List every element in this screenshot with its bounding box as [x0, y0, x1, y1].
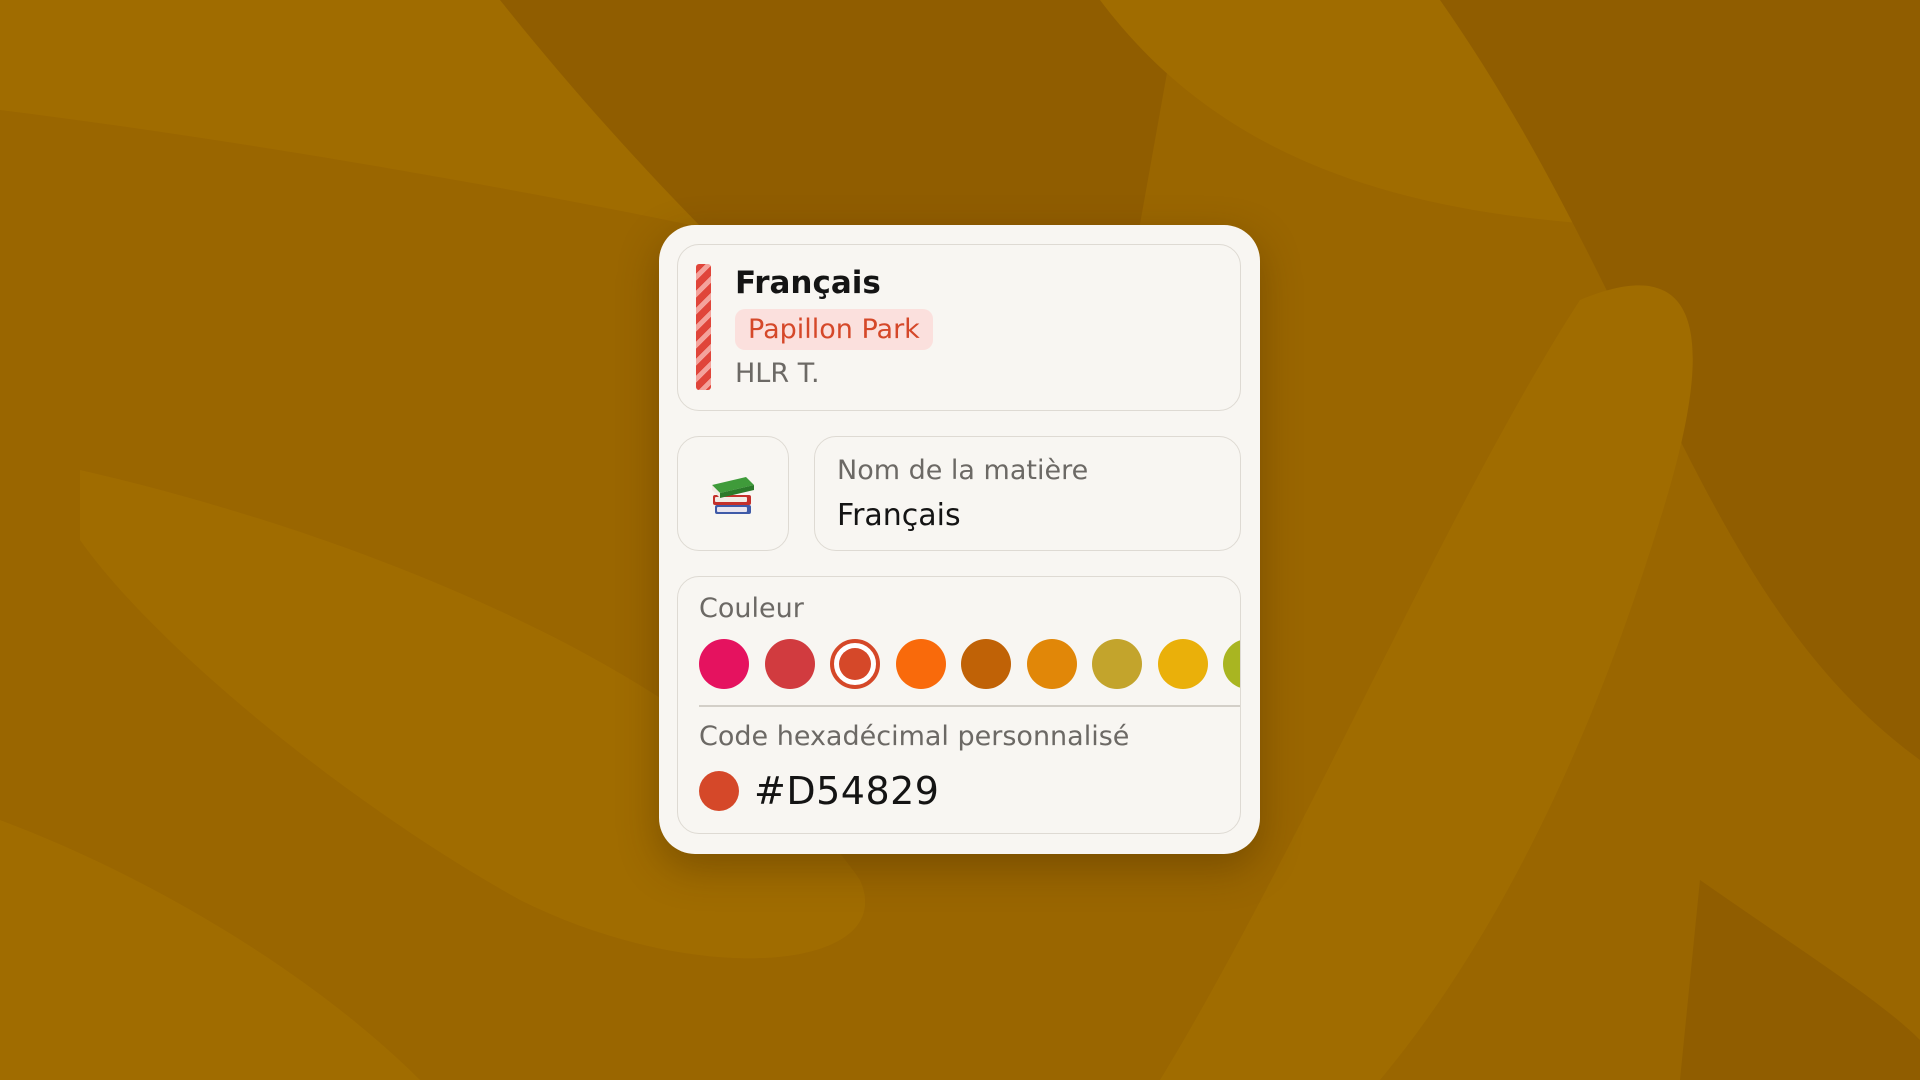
subject-color-stripe [696, 264, 711, 390]
color-swatch[interactable] [896, 639, 946, 689]
divider [699, 705, 1240, 707]
subject-title: Français [735, 265, 881, 301]
hex-color-preview [699, 771, 739, 811]
color-swatch[interactable] [961, 639, 1011, 689]
color-swatch[interactable] [1158, 639, 1208, 689]
color-swatch[interactable] [1092, 639, 1142, 689]
color-swatch[interactable] [1223, 639, 1240, 689]
subject-name-field[interactable]: Nom de la matière Français [814, 436, 1241, 551]
color-picker: Couleur Code hexadécimal personnalisé #D… [677, 576, 1241, 834]
subject-name-label: Nom de la matière [837, 455, 1089, 486]
room-badge: Papillon Park [735, 309, 933, 350]
color-swatch-selected[interactable] [830, 639, 880, 689]
color-swatch-row[interactable] [699, 639, 1240, 689]
hex-code-input[interactable]: #D54829 [754, 769, 939, 813]
selected-swatch-fill [839, 648, 871, 680]
teacher-name: HLR T. [735, 358, 820, 389]
emoji-picker-button[interactable] [677, 436, 789, 551]
hex-code-label: Code hexadécimal personnalisé [699, 721, 1130, 752]
subject-editor-card: Français Papillon Park HLR T. Nom de la … [659, 225, 1260, 854]
color-swatch[interactable] [699, 639, 749, 689]
color-swatch[interactable] [765, 639, 815, 689]
color-swatch[interactable] [1027, 639, 1077, 689]
color-label: Couleur [699, 593, 804, 624]
books-icon [712, 477, 754, 514]
subject-preview: Français Papillon Park HLR T. [677, 244, 1241, 411]
subject-name-input[interactable]: Français [837, 498, 961, 533]
